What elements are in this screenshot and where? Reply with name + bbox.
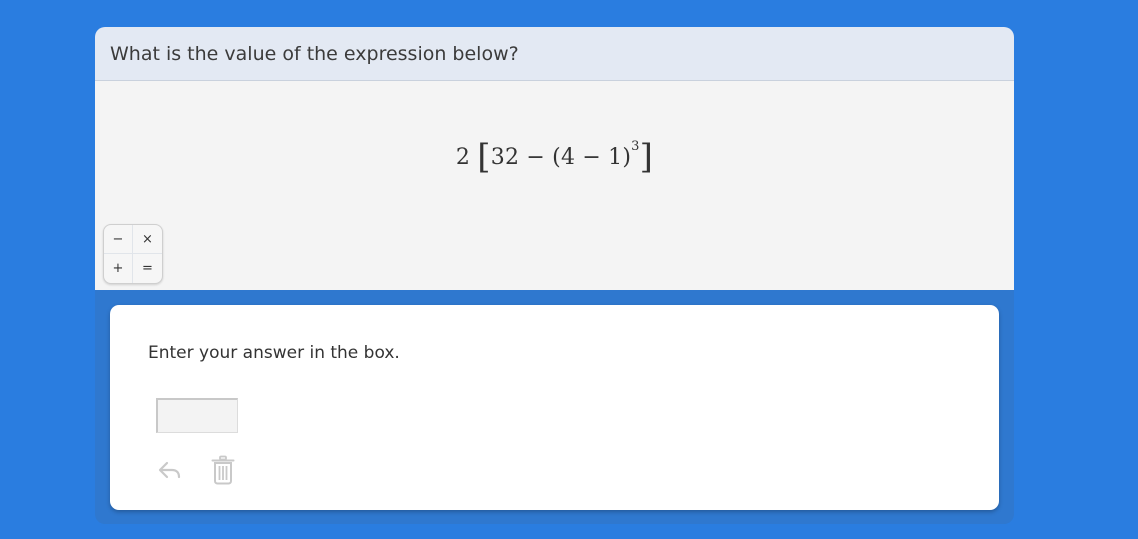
response-panel: Enter your answer in the box.	[110, 305, 999, 510]
answer-input[interactable]	[156, 398, 238, 433]
expression-inner: 32 − (4 − 1)	[490, 145, 632, 170]
trash-icon	[210, 455, 236, 489]
answer-prompt: Enter your answer in the box.	[148, 343, 400, 363]
plus-tool[interactable]: +	[104, 254, 133, 283]
times-tool[interactable]: ×	[133, 225, 162, 254]
math-expression: 2 [32 − (4 − 1)3]	[95, 137, 1014, 177]
question-text: What is the value of the expression belo…	[110, 42, 519, 65]
equals-tool[interactable]: =	[133, 254, 162, 283]
undo-icon	[157, 460, 183, 486]
expression-coefficient: 2	[455, 145, 471, 170]
expression-exponent: 3	[631, 139, 640, 154]
question-header: What is the value of the expression belo…	[95, 27, 1014, 81]
delete-button[interactable]	[208, 455, 238, 489]
stimulus-area: 2 [32 − (4 − 1)3] − × + =	[95, 81, 1014, 290]
math-tools-widget[interactable]: − × + =	[103, 224, 163, 284]
expression-close-bracket: ]	[639, 137, 654, 177]
question-card: What is the value of the expression belo…	[95, 27, 1014, 524]
expression-open-bracket: [	[477, 137, 491, 177]
undo-button[interactable]	[155, 457, 185, 489]
minus-tool[interactable]: −	[104, 225, 133, 254]
